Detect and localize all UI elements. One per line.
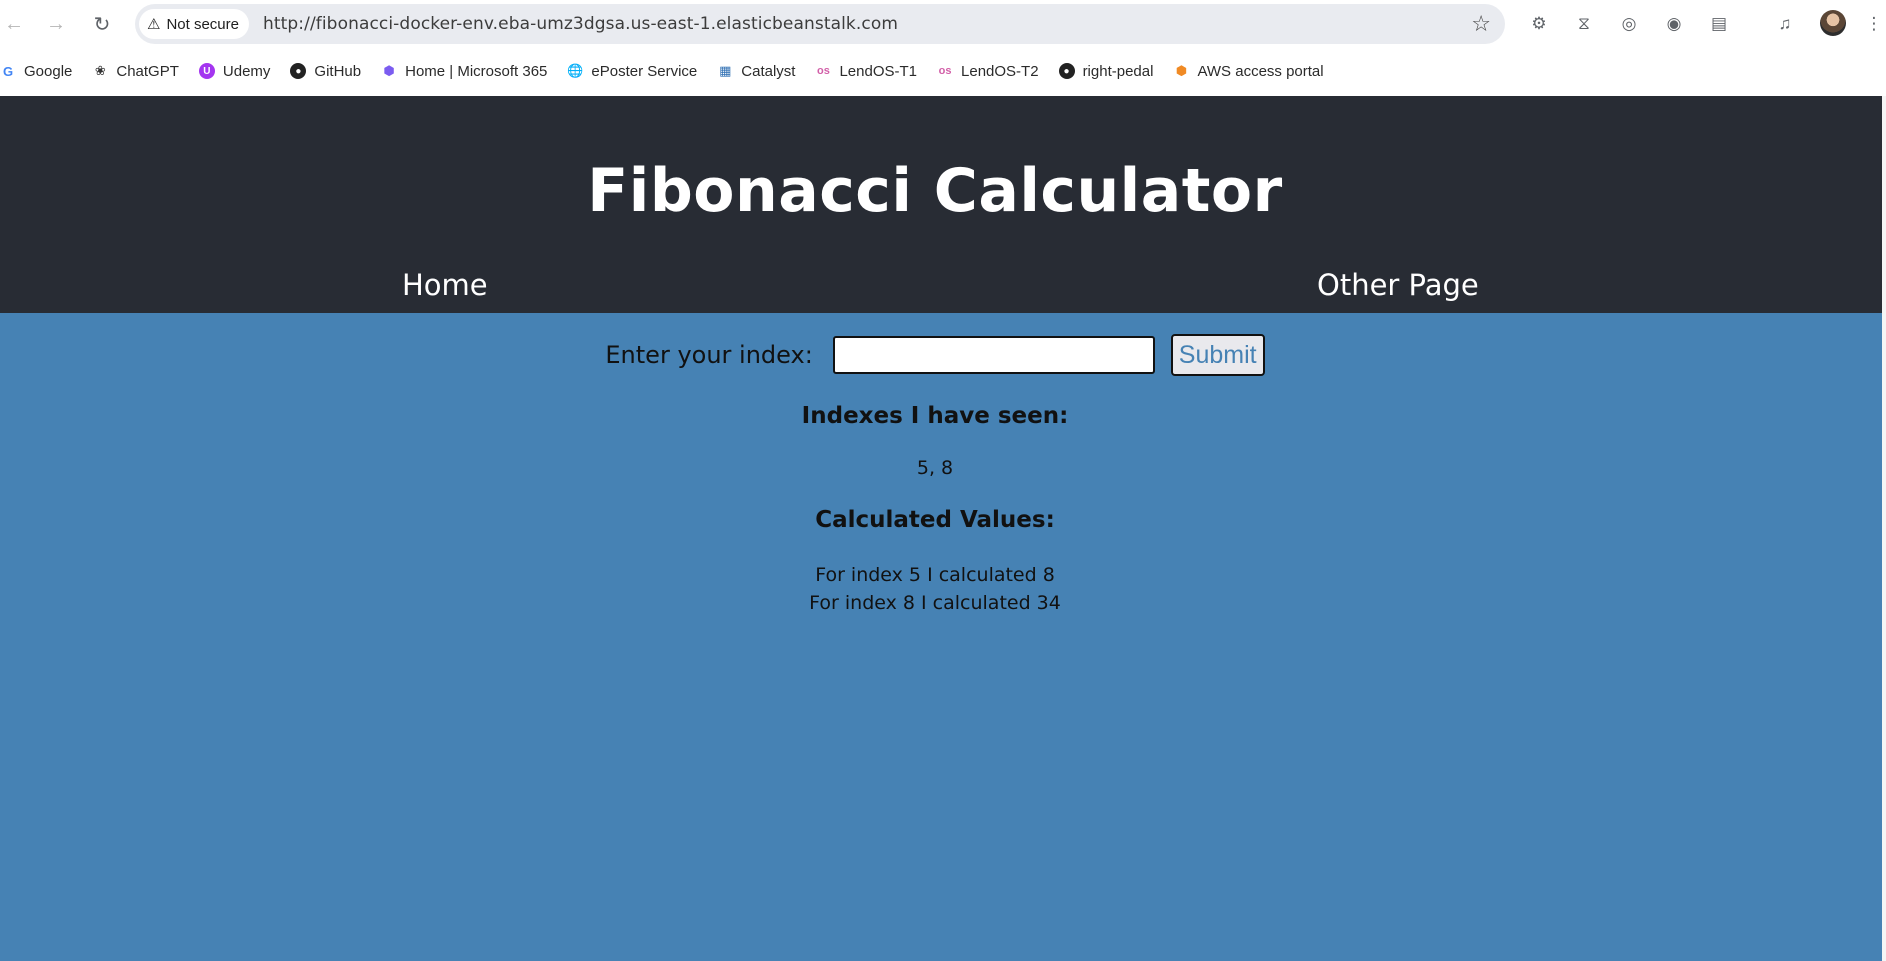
warning-icon: ⚠ — [147, 16, 161, 33]
bookmark-label: Google — [24, 62, 73, 80]
microsoft365-icon: ⬢ — [383, 63, 395, 78]
bookmark-lendos-t1[interactable]: os LendOS-T1 — [805, 56, 927, 86]
bookmark-udemy[interactable]: U Udemy — [189, 56, 281, 86]
bookmark-right-pedal[interactable]: ● right-pedal — [1049, 56, 1164, 86]
aws-icon: ⬢ — [1175, 63, 1188, 78]
google-icon: G — [2, 63, 14, 79]
forward-arrow-icon[interactable]: → — [42, 10, 70, 38]
page-edge — [1882, 96, 1886, 961]
bookmark-github[interactable]: ● GitHub — [280, 56, 371, 86]
back-arrow-icon[interactable]: ← — [0, 10, 28, 38]
list-item: For index 8 I calculated 34 — [809, 592, 1061, 614]
browser-toolbar: ← → ↻ ⚠ Not secure http://fibonacci-dock… — [0, 0, 1886, 48]
code-extension-icon[interactable]: ⧖ — [1572, 12, 1596, 36]
github-icon: ● — [1058, 63, 1075, 79]
bookmark-label: right-pedal — [1082, 62, 1154, 80]
bookmark-label: Home | Microsoft 365 — [405, 62, 548, 80]
lendos-icon: os — [938, 65, 952, 77]
bookmarks-bar: G Google ❀ ChatGPT U Udemy ● GitHub ⬢ Ho… — [0, 48, 1886, 94]
bookmark-label: AWS access portal — [1197, 62, 1324, 80]
list-item: For index 5 I calculated 8 — [815, 564, 1055, 586]
catalyst-icon: ▦ — [719, 63, 732, 78]
reload-icon[interactable]: ↻ — [88, 10, 116, 38]
address-bar[interactable]: ⚠ Not secure http://fibonacci-docker-env… — [135, 4, 1505, 44]
url-text[interactable]: http://fibonacci-docker-env.eba-umz3dgsa… — [263, 14, 898, 34]
app-header: Fibonacci Calculator Home Other Page — [0, 96, 1886, 313]
bookmark-label: GitHub — [314, 62, 362, 80]
menu-kebab-icon[interactable]: ⋮ — [1862, 12, 1886, 36]
globe-icon: 🌐 — [567, 63, 584, 78]
other-page-link[interactable]: Other Page — [1317, 268, 1479, 302]
bookmark-catalyst[interactable]: ▦ Catalyst — [707, 56, 805, 86]
bookmark-lendos-t2[interactable]: os LendOS-T2 — [927, 56, 1049, 86]
media-control-icon[interactable]: ♫ — [1773, 12, 1797, 36]
index-input[interactable] — [832, 336, 1155, 374]
index-label: Enter your index: — [605, 341, 813, 369]
github-icon: ● — [290, 63, 307, 79]
bug-extension-icon[interactable]: ⚙ — [1527, 12, 1551, 36]
calculated-values-list: For index 5 I calculated 8 For index 8 I… — [0, 561, 1870, 617]
index-form: Enter your index: Submit — [0, 334, 1870, 376]
target-extension-icon[interactable]: ◎ — [1617, 12, 1641, 36]
indexes-heading: Indexes I have seen: — [801, 403, 1069, 429]
bookmark-label: LendOS-T2 — [961, 62, 1039, 80]
calculated-heading: Calculated Values: — [815, 507, 1055, 533]
bookmark-eposter[interactable]: 🌐 ePoster Service — [557, 56, 707, 86]
chatgpt-icon: ❀ — [94, 63, 106, 78]
bookmark-label: ChatGPT — [116, 62, 179, 80]
bookmark-star-icon[interactable]: ☆ — [1471, 11, 1491, 37]
profile-avatar[interactable] — [1820, 10, 1846, 36]
bookmark-label: Catalyst — [741, 62, 796, 80]
udemy-icon: U — [198, 63, 215, 79]
bookmark-label: Udemy — [222, 62, 271, 80]
bookmark-microsoft365[interactable]: ⬢ Home | Microsoft 365 — [371, 56, 557, 86]
home-link[interactable]: Home — [402, 268, 488, 302]
security-chip[interactable]: ⚠ Not secure — [139, 9, 249, 39]
bookmark-chatgpt[interactable]: ❀ ChatGPT — [82, 56, 189, 86]
app-page: Fibonacci Calculator Home Other Page Ent… — [0, 96, 1886, 961]
indexes-seen-values: 5, 8 — [916, 457, 954, 479]
extensions-puzzle-icon[interactable]: ▤ — [1707, 12, 1731, 36]
page-title: Fibonacci Calculator — [587, 156, 1283, 226]
bookmark-google[interactable]: G Google — [0, 56, 82, 86]
password-extension-icon[interactable]: ◉ — [1662, 12, 1686, 36]
security-label: Not secure — [166, 15, 239, 33]
submit-button[interactable]: Submit — [1170, 334, 1265, 376]
bookmark-aws[interactable]: ⬢ AWS access portal — [1163, 56, 1333, 86]
lendos-icon: os — [817, 65, 830, 77]
bookmark-label: ePoster Service — [591, 62, 698, 80]
bookmark-label: LendOS-T1 — [839, 62, 918, 80]
